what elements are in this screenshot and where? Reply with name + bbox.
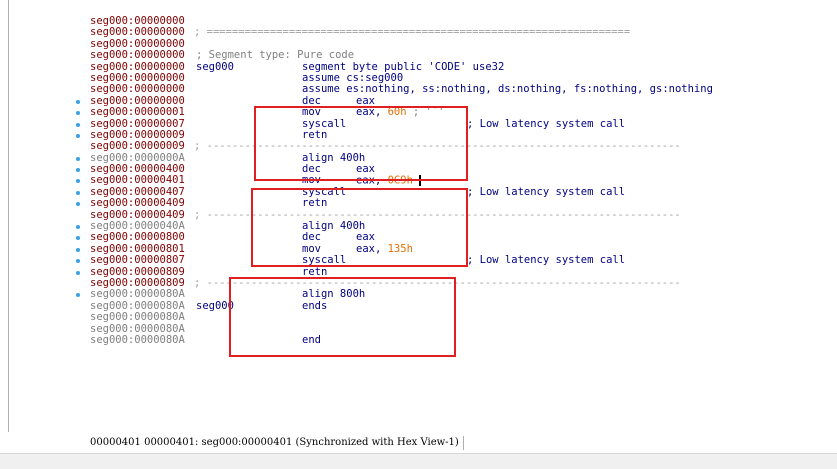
address[interactable]: seg000:0000080A (90, 334, 185, 346)
breakpoint-dot-icon[interactable] (76, 270, 80, 275)
listing-line[interactable]: seg000:00000809; -----------------------… (86, 277, 837, 289)
listing-line[interactable]: seg000:0000080A seg000 ends (86, 300, 837, 312)
address[interactable]: seg000:00000409 (90, 197, 185, 209)
breakpoint-dot-icon[interactable] (76, 122, 80, 127)
breakpoint-dot-icon[interactable] (76, 156, 80, 161)
left-frame-border (8, 0, 9, 432)
segment-label[interactable]: seg000 (196, 61, 234, 73)
breakpoint-dot-icon[interactable] (76, 133, 80, 138)
address[interactable]: seg000:00000009 (90, 140, 185, 152)
listing-line[interactable]: seg000:00000000 seg000 segment byte public… (86, 61, 837, 73)
address[interactable]: seg000:00000001 (90, 106, 185, 118)
disassembly-listing[interactable]: seg000:00000000 seg000:00000000; ========… (76, 15, 837, 346)
status-line: 00000401 00000401: seg000:00000401 (Sync… (90, 436, 464, 450)
address[interactable]: seg000:00000000 (90, 49, 185, 61)
window-bottom-band (0, 453, 837, 469)
breakpoint-dot-icon[interactable] (76, 99, 80, 104)
breakpoint-gutter[interactable] (62, 0, 80, 432)
breakpoint-dot-icon[interactable] (76, 247, 80, 252)
breakpoint-dot-icon[interactable] (76, 190, 80, 195)
address[interactable]: seg000:0000080A (90, 311, 185, 323)
syscall-comment: ; Low latency system call (467, 185, 626, 198)
separator-comment: ; ======================================… (194, 26, 631, 39)
syscall-comment: ; Low latency system call (467, 254, 626, 267)
syscall-comment: ; Low latency system call (467, 117, 626, 130)
annotation-box-1 (254, 106, 468, 181)
operand-text: eax (356, 94, 375, 107)
listing-line[interactable]: seg000:0000080A end (86, 334, 837, 346)
listing-line[interactable]: seg000:00000000 ; Segment type: Pure code (86, 49, 837, 62)
annotation-box-3 (229, 277, 456, 357)
listing-line[interactable]: seg000:0000080A (86, 311, 837, 323)
listing-line[interactable]: seg000:00000000 assume es:nothing, ss:not… (86, 83, 837, 95)
breakpoint-dot-icon[interactable] (76, 225, 80, 230)
listing-line[interactable]: seg000:0000080A (86, 323, 837, 335)
annotation-box-2 (251, 188, 468, 267)
listing-line[interactable]: seg000:00000000; =======================… (86, 26, 837, 39)
segment-comment: ; Segment type: Pure code (196, 49, 355, 62)
address[interactable]: seg000:00000807 (90, 254, 185, 266)
